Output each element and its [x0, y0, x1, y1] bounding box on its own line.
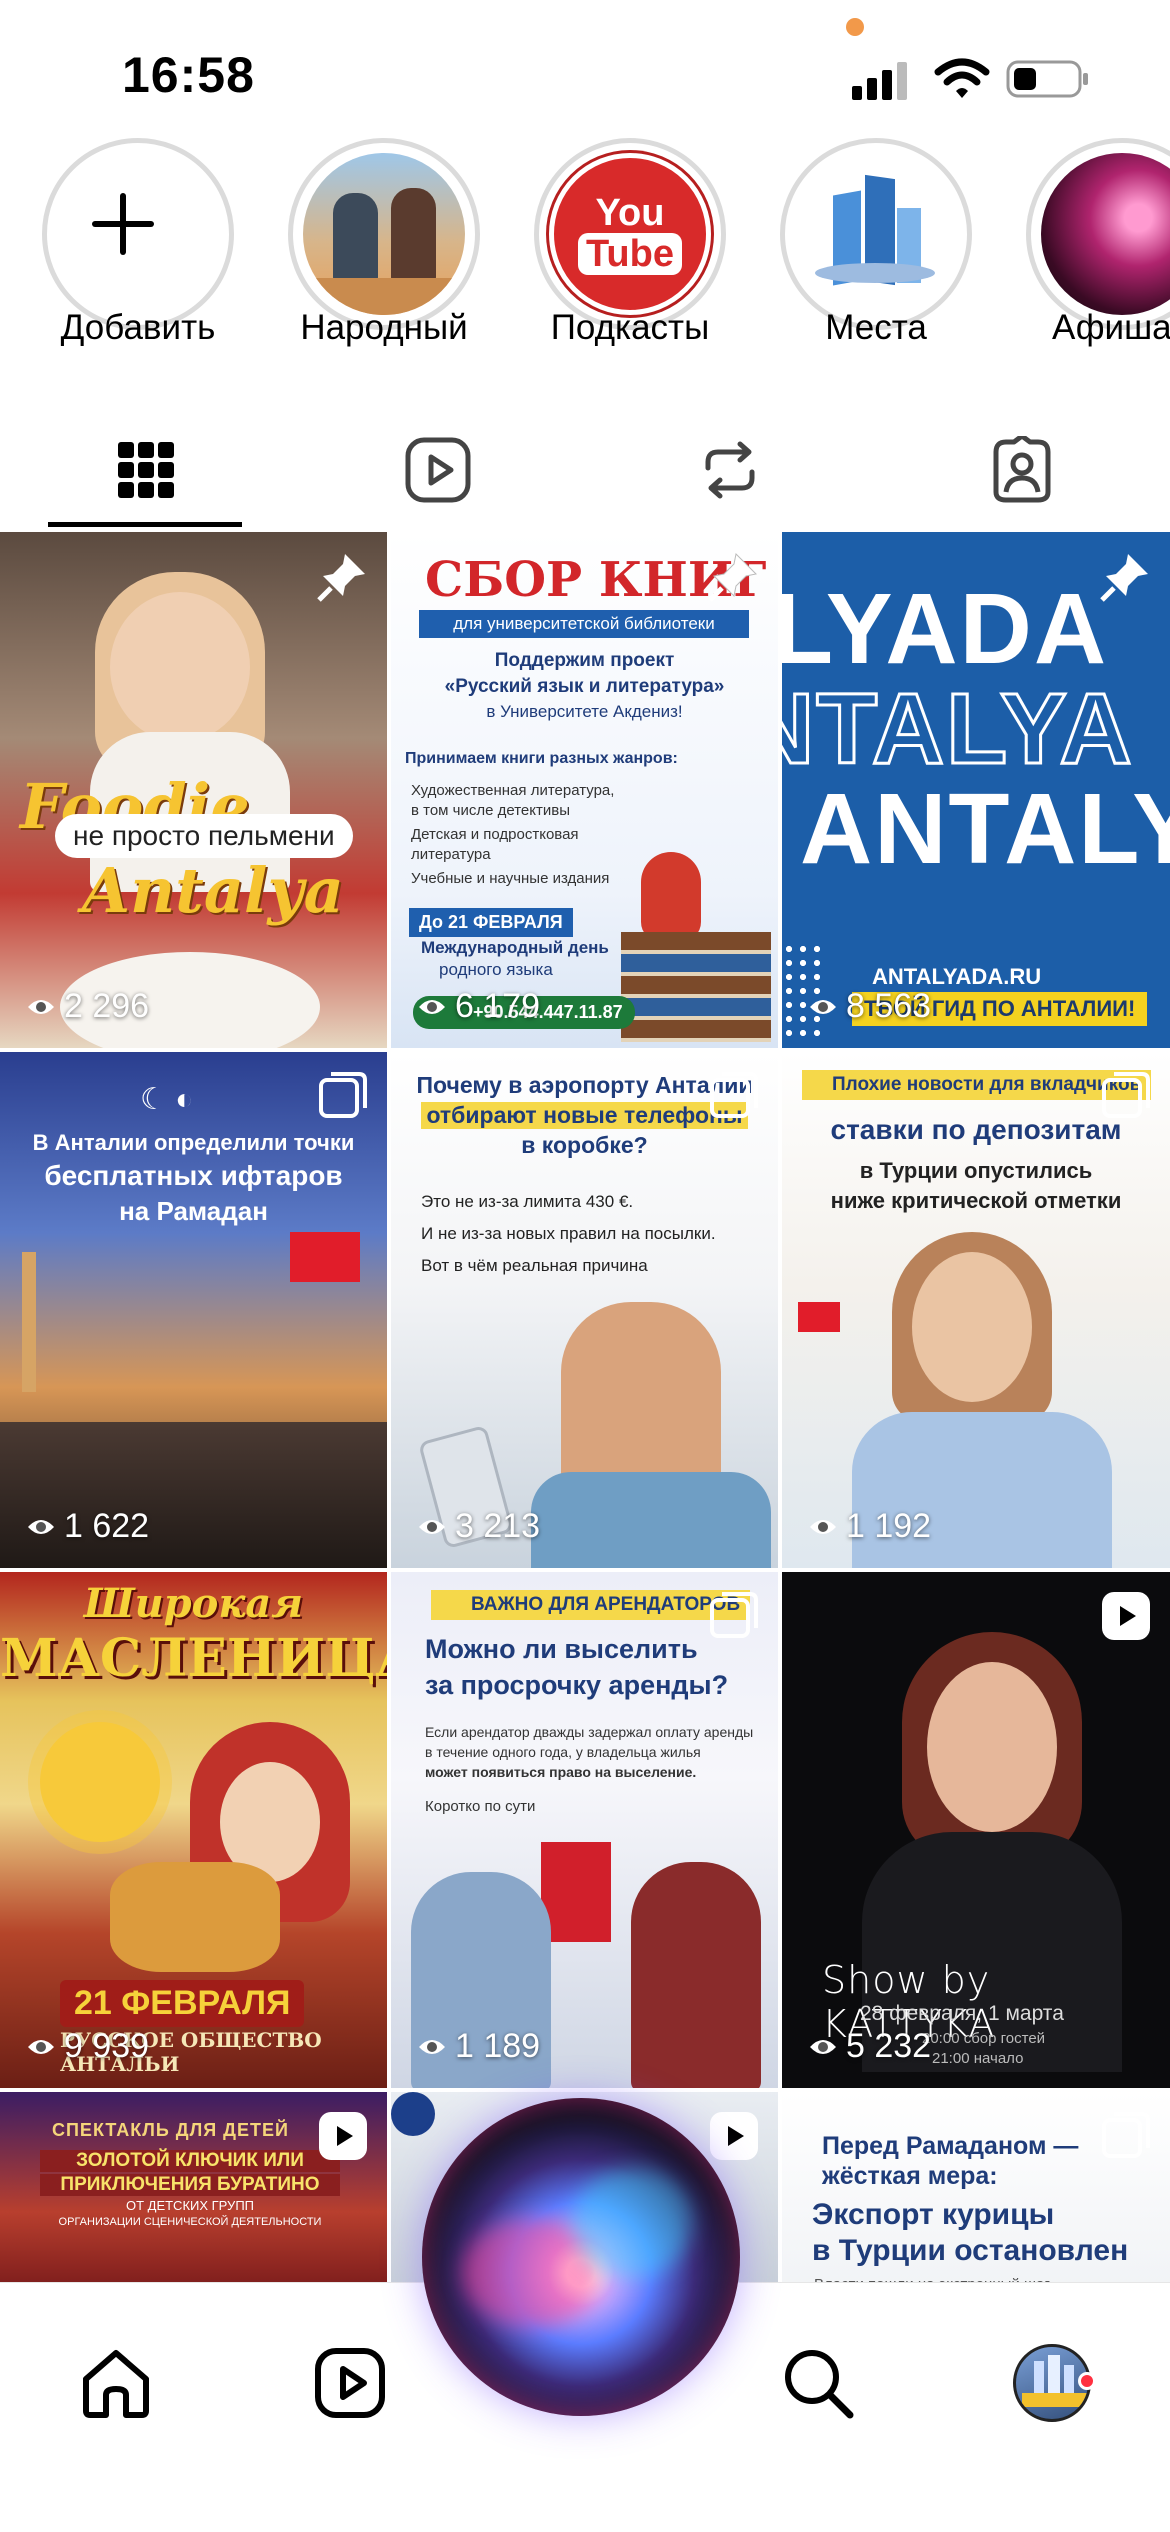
carousel-icon	[1102, 2112, 1150, 2158]
highlight-label: Подкасты	[550, 308, 710, 347]
carousel-icon	[710, 1072, 758, 1118]
post-tile[interactable]: ВАЖНО ДЛЯ АРЕНДАТОРОВ Можно ли выселить …	[391, 1572, 778, 2088]
post-tile[interactable]: Show by KATTYKA 28 февраля, 1 марта 20:0…	[782, 1572, 1170, 2088]
play-views-icon	[28, 1519, 54, 1534]
notification-dot	[1078, 2372, 1096, 2390]
play-views-icon	[810, 1519, 836, 1534]
nav-home-button[interactable]	[56, 2323, 176, 2443]
story-highlights: Добавить Народный You Tube Подкасты Мест…	[0, 138, 1170, 368]
post-tile[interactable]: Foodie не просто пельмени Antalya 2 296	[0, 532, 387, 1048]
post-tile[interactable]: Широкая МАСЛЕНИЦА! 21 ФЕВРАЛЯ РУССКОЕ ОБ…	[0, 1572, 387, 2088]
carousel-icon	[319, 1072, 367, 1118]
wifi-icon	[934, 58, 990, 98]
view-count: 6 179	[415, 987, 540, 1026]
view-count: 5 232	[806, 2027, 931, 2066]
pin-icon	[708, 552, 758, 602]
tab-reposts[interactable]	[584, 410, 876, 530]
carousel-icon	[1102, 1072, 1150, 1118]
post-tile[interactable]: СПЕКТАКЛЬ ДЛЯ ДЕТЕЙ ЗОЛОТОЙ КЛЮЧИК ИЛИ П…	[0, 2092, 387, 2292]
pin-icon	[1100, 554, 1148, 602]
repost-icon	[705, 441, 755, 499]
view-count: 9 939	[24, 2027, 149, 2066]
nav-reels-button[interactable]	[290, 2323, 410, 2443]
status-time: 16:58	[122, 47, 255, 103]
highlight-cover	[303, 153, 465, 315]
highlight-label: Народный	[300, 308, 468, 347]
play-views-icon	[28, 999, 54, 1014]
youtube-cover: You Tube	[549, 153, 711, 315]
cellular-signal-icon	[852, 62, 907, 100]
tagged-icon	[993, 436, 1051, 503]
view-count: 2 296	[24, 987, 149, 1026]
home-icon	[83, 2350, 149, 2418]
post-subtitle: не просто пельмени	[55, 814, 353, 858]
view-count: 1 189	[415, 2027, 540, 2066]
highlight-label: Места	[825, 308, 927, 347]
post-tile[interactable]: ☾ ◐ В Анталии определили точки бесплатны…	[0, 1052, 387, 1568]
play-views-icon	[419, 2039, 445, 2054]
post-tile[interactable]: Перед Рамаданом — жёсткая мера: Экспорт …	[782, 2092, 1170, 2292]
battery-icon	[1006, 60, 1088, 98]
profile-tabs	[0, 410, 1170, 530]
highlight-label: Добавить	[60, 308, 216, 347]
carousel-icon	[710, 1592, 758, 1638]
play-views-icon	[810, 2039, 836, 2054]
pin-icon	[317, 554, 365, 602]
play-views-icon	[810, 999, 836, 1014]
play-views-icon	[28, 2039, 54, 2054]
reel-icon	[1102, 1592, 1150, 1640]
play-views-icon	[419, 999, 445, 1014]
active-tab-indicator	[48, 522, 242, 527]
highlight-label: Афиша	[1052, 308, 1170, 347]
tab-reels[interactable]	[292, 410, 584, 530]
search-icon	[785, 2350, 854, 2419]
view-count: 1 622	[24, 1507, 149, 1546]
reel-icon	[710, 2112, 758, 2160]
view-count: 3 213	[415, 1507, 540, 1546]
recording-indicator-icon	[846, 18, 864, 36]
grid-icon	[118, 442, 174, 498]
post-tile[interactable]: LYADA NTALYA ANTALY ANTALYADA.RU ТВОЙ ГИ…	[782, 532, 1170, 1048]
city-cover	[795, 153, 957, 315]
post-tile[interactable]: Плохие новости для вкладчиков ставки по …	[782, 1052, 1170, 1568]
post-tile[interactable]: Почему в аэропорту Анталии отбирают новы…	[391, 1052, 778, 1568]
status-bar: 16:58	[0, 0, 1170, 140]
post-tile[interactable]: СБОР КНИГ для университетской библиотеки…	[391, 532, 778, 1048]
view-count: 1 192	[806, 1507, 931, 1546]
concert-cover	[1041, 153, 1170, 315]
reel-icon	[319, 2112, 367, 2160]
nav-search-button[interactable]	[758, 2323, 878, 2443]
tab-tagged[interactable]	[876, 410, 1168, 530]
siri-orb[interactable]	[422, 2098, 740, 2416]
tab-grid[interactable]	[0, 410, 292, 530]
reels-icon	[315, 2348, 385, 2418]
reels-icon	[405, 437, 471, 503]
play-views-icon	[419, 1519, 445, 1534]
view-count: 8 563	[806, 987, 931, 1026]
